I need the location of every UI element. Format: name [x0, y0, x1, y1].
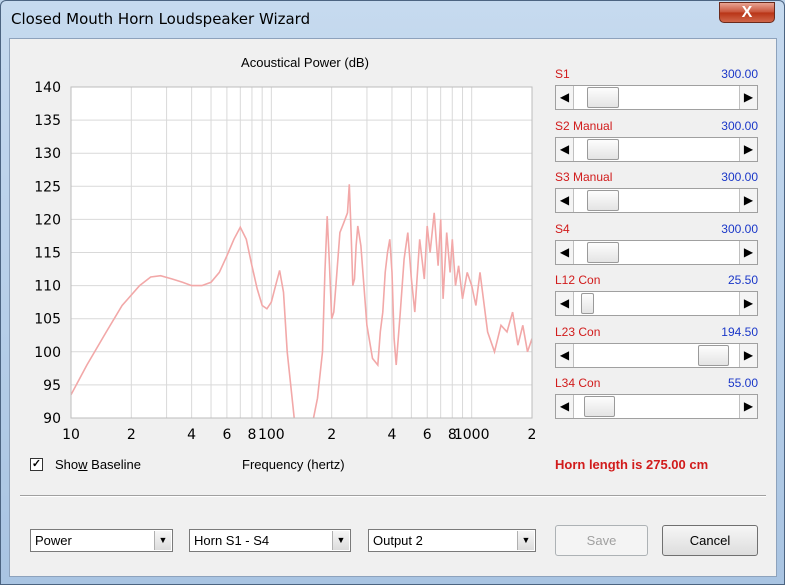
y-tick-label: 140: [34, 80, 61, 96]
slider-row: S3 Manual 300.00 ◀ ▶: [555, 170, 758, 222]
y-tick-label: 115: [34, 246, 61, 262]
x-axis-label: Frequency (hertz): [242, 457, 345, 472]
slider-value: 300.00: [721, 118, 758, 133]
slider-row: S1 300.00 ◀ ▶: [555, 67, 758, 119]
slider-label: S4: [555, 221, 570, 236]
close-icon: X: [741, 4, 753, 21]
scrollbar-thumb[interactable]: [583, 396, 616, 417]
show-baseline-toggle[interactable]: ✓ Show Baseline: [30, 457, 141, 472]
slider-label: S1: [555, 67, 570, 81]
arrow-right-icon[interactable]: ▶: [739, 240, 757, 264]
checkmark-icon: ✓: [31, 458, 42, 470]
chevron-down-icon[interactable]: ▼: [154, 531, 171, 550]
title-bar[interactable]: Closed Mouth Horn Loudspeaker Wizard X: [1, 1, 784, 37]
scrollbar-thumb[interactable]: [580, 293, 594, 314]
arrow-left-icon[interactable]: ◀: [556, 395, 574, 418]
slider-value: 300.00: [721, 170, 758, 184]
x-tick-label: 8: [247, 427, 256, 443]
y-tick-label: 120: [34, 212, 61, 228]
scrollbar-track[interactable]: ◀ ▶: [555, 239, 758, 265]
horn-section-select[interactable]: Horn S1 - S4 ▼: [189, 529, 351, 552]
cancel-button[interactable]: Cancel: [662, 525, 758, 556]
slider-row: L12 Con 25.50 ◀ ▶: [555, 273, 758, 325]
scrollbar-track[interactable]: ◀ ▶: [555, 85, 758, 110]
x-tick-label: 100: [258, 427, 285, 443]
slider-value: 300.00: [721, 221, 758, 236]
slider-value: 55.00: [727, 376, 758, 390]
y-tick-label: 100: [34, 345, 61, 361]
scrollbar-track[interactable]: ◀ ▶: [555, 394, 758, 419]
save-button[interactable]: Save: [555, 525, 648, 556]
slider-value: 194.50: [721, 324, 758, 339]
slider-row: S2 Manual 300.00 ◀ ▶: [555, 119, 758, 171]
slider-label: S3 Manual: [555, 170, 613, 184]
view-mode-value: Power: [35, 533, 72, 548]
slider-row: L34 Con 55.00 ◀ ▶: [555, 376, 758, 428]
x-tick-label: 4: [187, 427, 196, 443]
arrow-left-icon[interactable]: ◀: [556, 86, 574, 109]
show-baseline-label: Show Baseline: [55, 457, 142, 472]
wizard-window: Closed Mouth Horn Loudspeaker Wizard X A…: [0, 0, 785, 585]
arrow-left-icon[interactable]: ◀: [556, 292, 574, 315]
x-tick-label: 10: [62, 427, 80, 443]
chart-area: 140 135 130 125 120 115 110 105 100 95 90 10 2 4 6 8 100…: [10, 75, 545, 460]
x-tick-label: 4: [388, 427, 397, 443]
parameter-sliders: S1 300.00 ◀ ▶ S2 Manual 300.00 ◀ ▶ S3 Manual 300.…: [555, 67, 758, 428]
scrollbar-thumb[interactable]: [587, 190, 619, 211]
dialog-client-area: Acoustical Power (dB) 140 135 130 125 120 115…: [9, 38, 777, 577]
arrow-right-icon[interactable]: ▶: [739, 189, 757, 212]
chart-svg: 140135130125120115110105100959010 2 4 6 8 100…: [34, 80, 537, 443]
x-tick-label: 2: [528, 427, 537, 443]
x-tick-label: 6: [222, 427, 231, 443]
x-tick-label: 2: [327, 427, 336, 443]
slider-value: 25.50: [727, 273, 758, 287]
slider-label: L23 Con: [555, 324, 601, 339]
slider-value: 300.00: [721, 67, 758, 81]
output-value: Output 2: [373, 533, 423, 548]
arrow-right-icon[interactable]: ▶: [739, 395, 757, 418]
y-tick-label: 90: [43, 411, 61, 427]
x-tick-label: 6: [423, 427, 432, 443]
slider-label: L34 Con: [555, 376, 601, 390]
window-title: Closed Mouth Horn Loudspeaker Wizard: [11, 10, 311, 28]
slider-row: S4 300.00 ◀ ▶: [555, 222, 758, 274]
arrow-left-icon[interactable]: ◀: [556, 240, 574, 264]
arrow-right-icon[interactable]: ▶: [739, 86, 757, 109]
arrow-left-icon[interactable]: ◀: [556, 137, 574, 161]
scrollbar-thumb[interactable]: [587, 138, 619, 160]
scrollbar-track[interactable]: ◀ ▶: [555, 136, 758, 162]
arrow-left-icon[interactable]: ◀: [556, 189, 574, 212]
slider-label: S2 Manual: [555, 118, 613, 133]
arrow-right-icon[interactable]: ▶: [739, 292, 757, 315]
show-baseline-checkbox[interactable]: ✓: [30, 458, 43, 471]
slider-row: L23 Con 194.50 ◀ ▶: [555, 325, 758, 377]
scrollbar-thumb[interactable]: [697, 344, 730, 366]
x-tick-label: 1000: [454, 427, 490, 443]
x-tick-label: 2: [127, 427, 136, 443]
horn-length-readout: Horn length is 275.00 cm: [555, 457, 709, 472]
y-tick-label: 135: [34, 113, 61, 129]
scrollbar-thumb[interactable]: [587, 87, 619, 108]
y-tick-label: 130: [34, 146, 61, 162]
arrow-right-icon[interactable]: ▶: [739, 137, 757, 161]
close-button[interactable]: X: [719, 2, 775, 23]
y-tick-label: 110: [34, 279, 61, 295]
chevron-down-icon[interactable]: ▼: [517, 531, 534, 550]
chart-title: Acoustical Power (dB): [241, 55, 369, 70]
scrollbar-track[interactable]: ◀ ▶: [555, 291, 758, 316]
y-tick-label: 125: [34, 179, 61, 195]
chevron-down-icon[interactable]: ▼: [332, 531, 349, 550]
arrow-left-icon[interactable]: ◀: [556, 343, 574, 367]
output-select[interactable]: Output 2 ▼: [368, 529, 536, 552]
horn-section-value: Horn S1 - S4: [194, 533, 270, 548]
scrollbar-thumb[interactable]: [587, 241, 619, 263]
arrow-right-icon[interactable]: ▶: [739, 343, 757, 367]
y-tick-label: 95: [43, 378, 61, 394]
y-tick-label: 105: [34, 312, 61, 328]
scrollbar-track[interactable]: ◀ ▶: [555, 188, 758, 213]
scrollbar-track[interactable]: ◀ ▶: [555, 342, 758, 368]
slider-label: L12 Con: [555, 273, 601, 287]
separator-line: [20, 495, 766, 497]
view-mode-select[interactable]: Power ▼: [30, 529, 173, 552]
